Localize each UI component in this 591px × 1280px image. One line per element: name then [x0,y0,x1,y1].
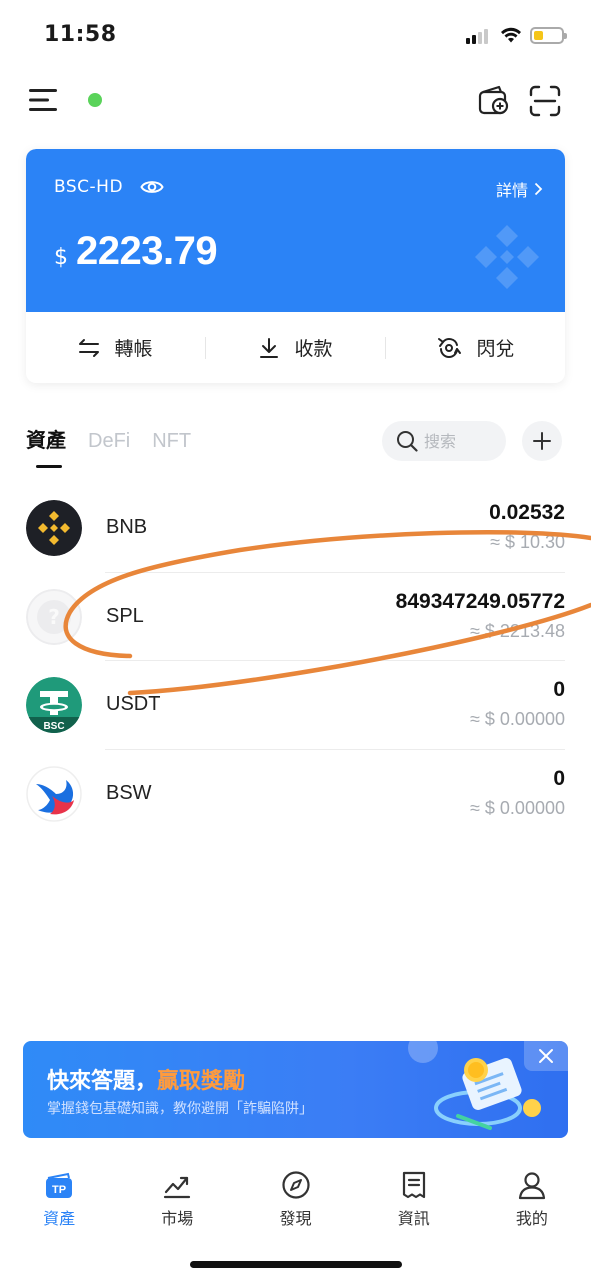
bnb-logo-watermark [475,225,539,289]
transfer-button[interactable]: 轉帳 [26,334,205,361]
nav-assets[interactable]: TP 資產 [0,1162,118,1242]
token-symbol: BSW [106,781,152,804]
compass-icon [281,1171,310,1199]
token-row-spl[interactable]: ? SPL 849347249.05772 ≈ $ 2213.48 [0,573,591,661]
network-status-dot [88,93,102,107]
scan-icon[interactable] [529,85,561,117]
assets-icon: TP [46,1172,73,1198]
token-row-bsw[interactable]: BSW 0 ≈ $ 0.00000 [0,750,591,839]
search-input[interactable] [424,431,504,451]
asset-tabs: 資產 DeFi NFT [26,424,191,453]
nav-label: 資訊 [397,1209,430,1228]
search-box[interactable] [382,421,506,461]
token-row-usdt[interactable]: BSC USDT 0 ≈ $ 0.00000 [0,661,591,750]
usdt-logo-icon: BSC [26,677,82,733]
market-icon [164,1176,191,1199]
bottom-nav: TP 資產 市場 發現 資訊 我的 [0,1162,591,1242]
svg-text:?: ? [48,605,60,629]
promo-subtitle: 掌握錢包基礎知識，教你避開「詐騙陷阱」 [47,1101,313,1117]
active-tab-indicator [36,465,62,468]
token-fiat-value: ≈ $ 0.00000 [470,709,565,729]
wallet-name: BSC-HD [54,177,124,197]
token-fiat-value: ≈ $ 0.00000 [470,797,565,818]
promo-title-main: 快來答題， [47,1069,158,1094]
receive-icon [260,337,279,358]
promo-title: 快來答題，贏取獎勵 [47,1063,245,1095]
tab-assets[interactable]: 資產 [26,424,66,453]
home-indicator [190,1261,402,1268]
nav-discover[interactable]: 發現 [236,1162,354,1242]
svg-text:TP: TP [52,1184,66,1196]
transfer-label: 轉帳 [114,338,153,360]
chevron-right-icon [534,182,543,196]
tab-defi[interactable]: DeFi [88,430,130,453]
wifi-icon [501,27,521,43]
wallet-actions: 轉帳 收款 閃兌 [26,312,565,383]
close-button[interactable] [524,1041,568,1071]
transfer-icon [79,338,100,357]
usdt-chain-badge: BSC [43,721,64,732]
token-fiat-value: ≈ $ 2213.48 [470,620,565,641]
promo-title-highlight: 贏取獎勵 [157,1069,246,1094]
token-symbol: USDT [106,693,161,715]
search-icon [397,431,418,452]
receive-label: 收款 [294,338,333,360]
wallet-balance: 2223.79 [76,229,218,273]
eye-icon[interactable] [140,177,164,197]
nav-label: 市場 [161,1209,194,1228]
wallet-card: BSC-HD 詳情 $ 2223.79 轉帳 收款 閃兌 [26,149,565,383]
swap-label: 閃兌 [476,338,515,360]
token-symbol: SPL [106,604,144,627]
details-link[interactable]: 詳情 [496,177,543,201]
menu-icon[interactable] [29,88,59,112]
nav-label: 我的 [515,1209,548,1228]
status-time: 11:58 [44,22,117,47]
swap-icon [438,337,462,358]
nav-label: 發現 [279,1209,312,1228]
status-bar: 11:58 [0,0,591,70]
bnb-logo-icon [26,500,82,556]
add-token-button[interactable] [522,421,562,461]
swap-button[interactable]: 閃兌 [386,334,565,361]
token-symbol: BNB [106,516,148,538]
wallet-header[interactable]: BSC-HD 詳情 $ 2223.79 [26,149,565,312]
nav-profile[interactable]: 我的 [473,1162,591,1242]
nav-label: 資產 [43,1209,76,1228]
battery-icon [530,27,567,44]
token-amount: 0.02532 [489,501,565,524]
promo-banner[interactable]: 快來答題，贏取獎勵 掌握錢包基礎知識，教你避開「詐騙陷阱」 [23,1041,568,1138]
token-fiat-value: ≈ $ 10.30 [490,532,565,552]
unknown-token-icon: ? [26,588,82,645]
details-label: 詳情 [495,181,528,200]
token-list: BNB 0.02532 ≈ $ 10.30 ? SPL 849347249.05… [0,484,591,838]
token-amount: 849347249.05772 [395,589,565,613]
token-row-bnb[interactable]: BNB 0.02532 ≈ $ 10.30 [0,484,591,573]
news-icon [402,1171,425,1199]
cellular-signal-icon [466,28,492,44]
token-amount: 0 [553,766,565,790]
nav-news[interactable]: 資訊 [355,1162,473,1242]
profile-icon [518,1172,546,1200]
wallet-add-icon[interactable] [477,84,511,116]
bsw-logo-icon [26,765,82,822]
tab-nft[interactable]: NFT [152,430,191,453]
plus-icon [533,432,551,450]
close-icon [539,1049,553,1063]
currency-symbol: $ [54,245,68,270]
token-amount: 0 [553,678,565,701]
receive-button[interactable]: 收款 [206,334,385,361]
nav-market[interactable]: 市場 [118,1162,236,1242]
